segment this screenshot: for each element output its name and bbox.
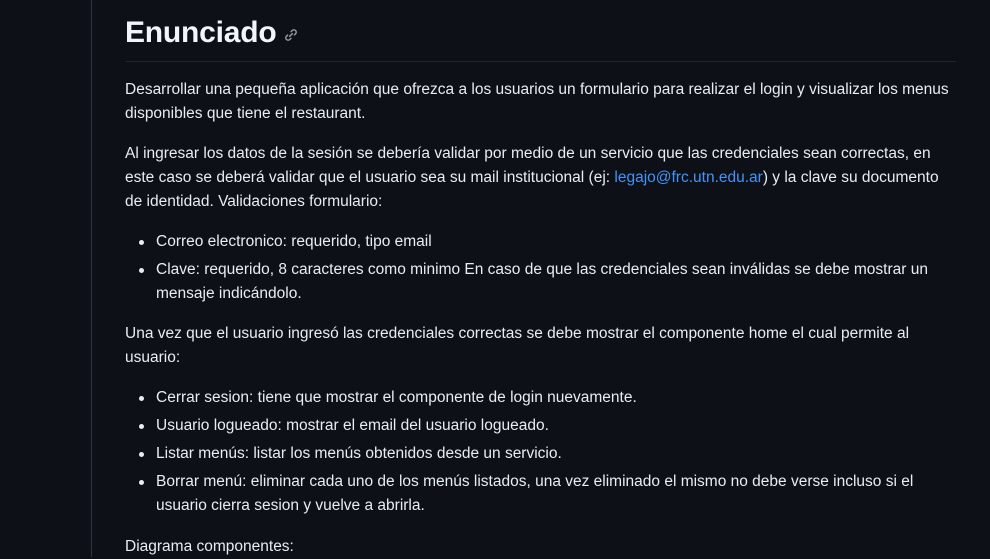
list-item: Cerrar sesion: tiene que mostrar el comp…: [139, 386, 956, 410]
left-gutter-divider: [0, 0, 92, 557]
link-icon[interactable]: [283, 27, 299, 43]
list-item: Correo electronico: requerido, tipo emai…: [139, 230, 956, 254]
list-item: Listar menús: listar los menús obtenidos…: [139, 442, 956, 466]
heading-section: Enunciado: [125, 0, 956, 62]
list-item: Clave: requerido, 8 caracteres como mini…: [139, 258, 956, 306]
home-features-list: Cerrar sesion: tiene que mostrar el comp…: [125, 386, 956, 518]
email-example-link[interactable]: legajo@frc.utn.edu.ar: [614, 169, 762, 186]
intro-paragraph: Desarrollar una pequeña aplicación que o…: [125, 81, 949, 122]
readme-content: Enunciado Desarrollar una pequeña aplica…: [125, 0, 956, 559]
home-intro-paragraph: Una vez que el usuario ingresó las crede…: [125, 325, 910, 366]
list-item: Usuario logueado: mostrar el email del u…: [139, 414, 956, 438]
list-item: Borrar menú: eliminar cada uno de los me…: [139, 470, 956, 518]
validations-list: Correo electronico: requerido, tipo emai…: [125, 230, 956, 306]
diagram-paragraph: Diagrama componentes:: [125, 538, 294, 555]
page-title: Enunciado: [125, 16, 277, 49]
session-paragraph: Al ingresar los datos de la sesión se de…: [125, 142, 956, 214]
